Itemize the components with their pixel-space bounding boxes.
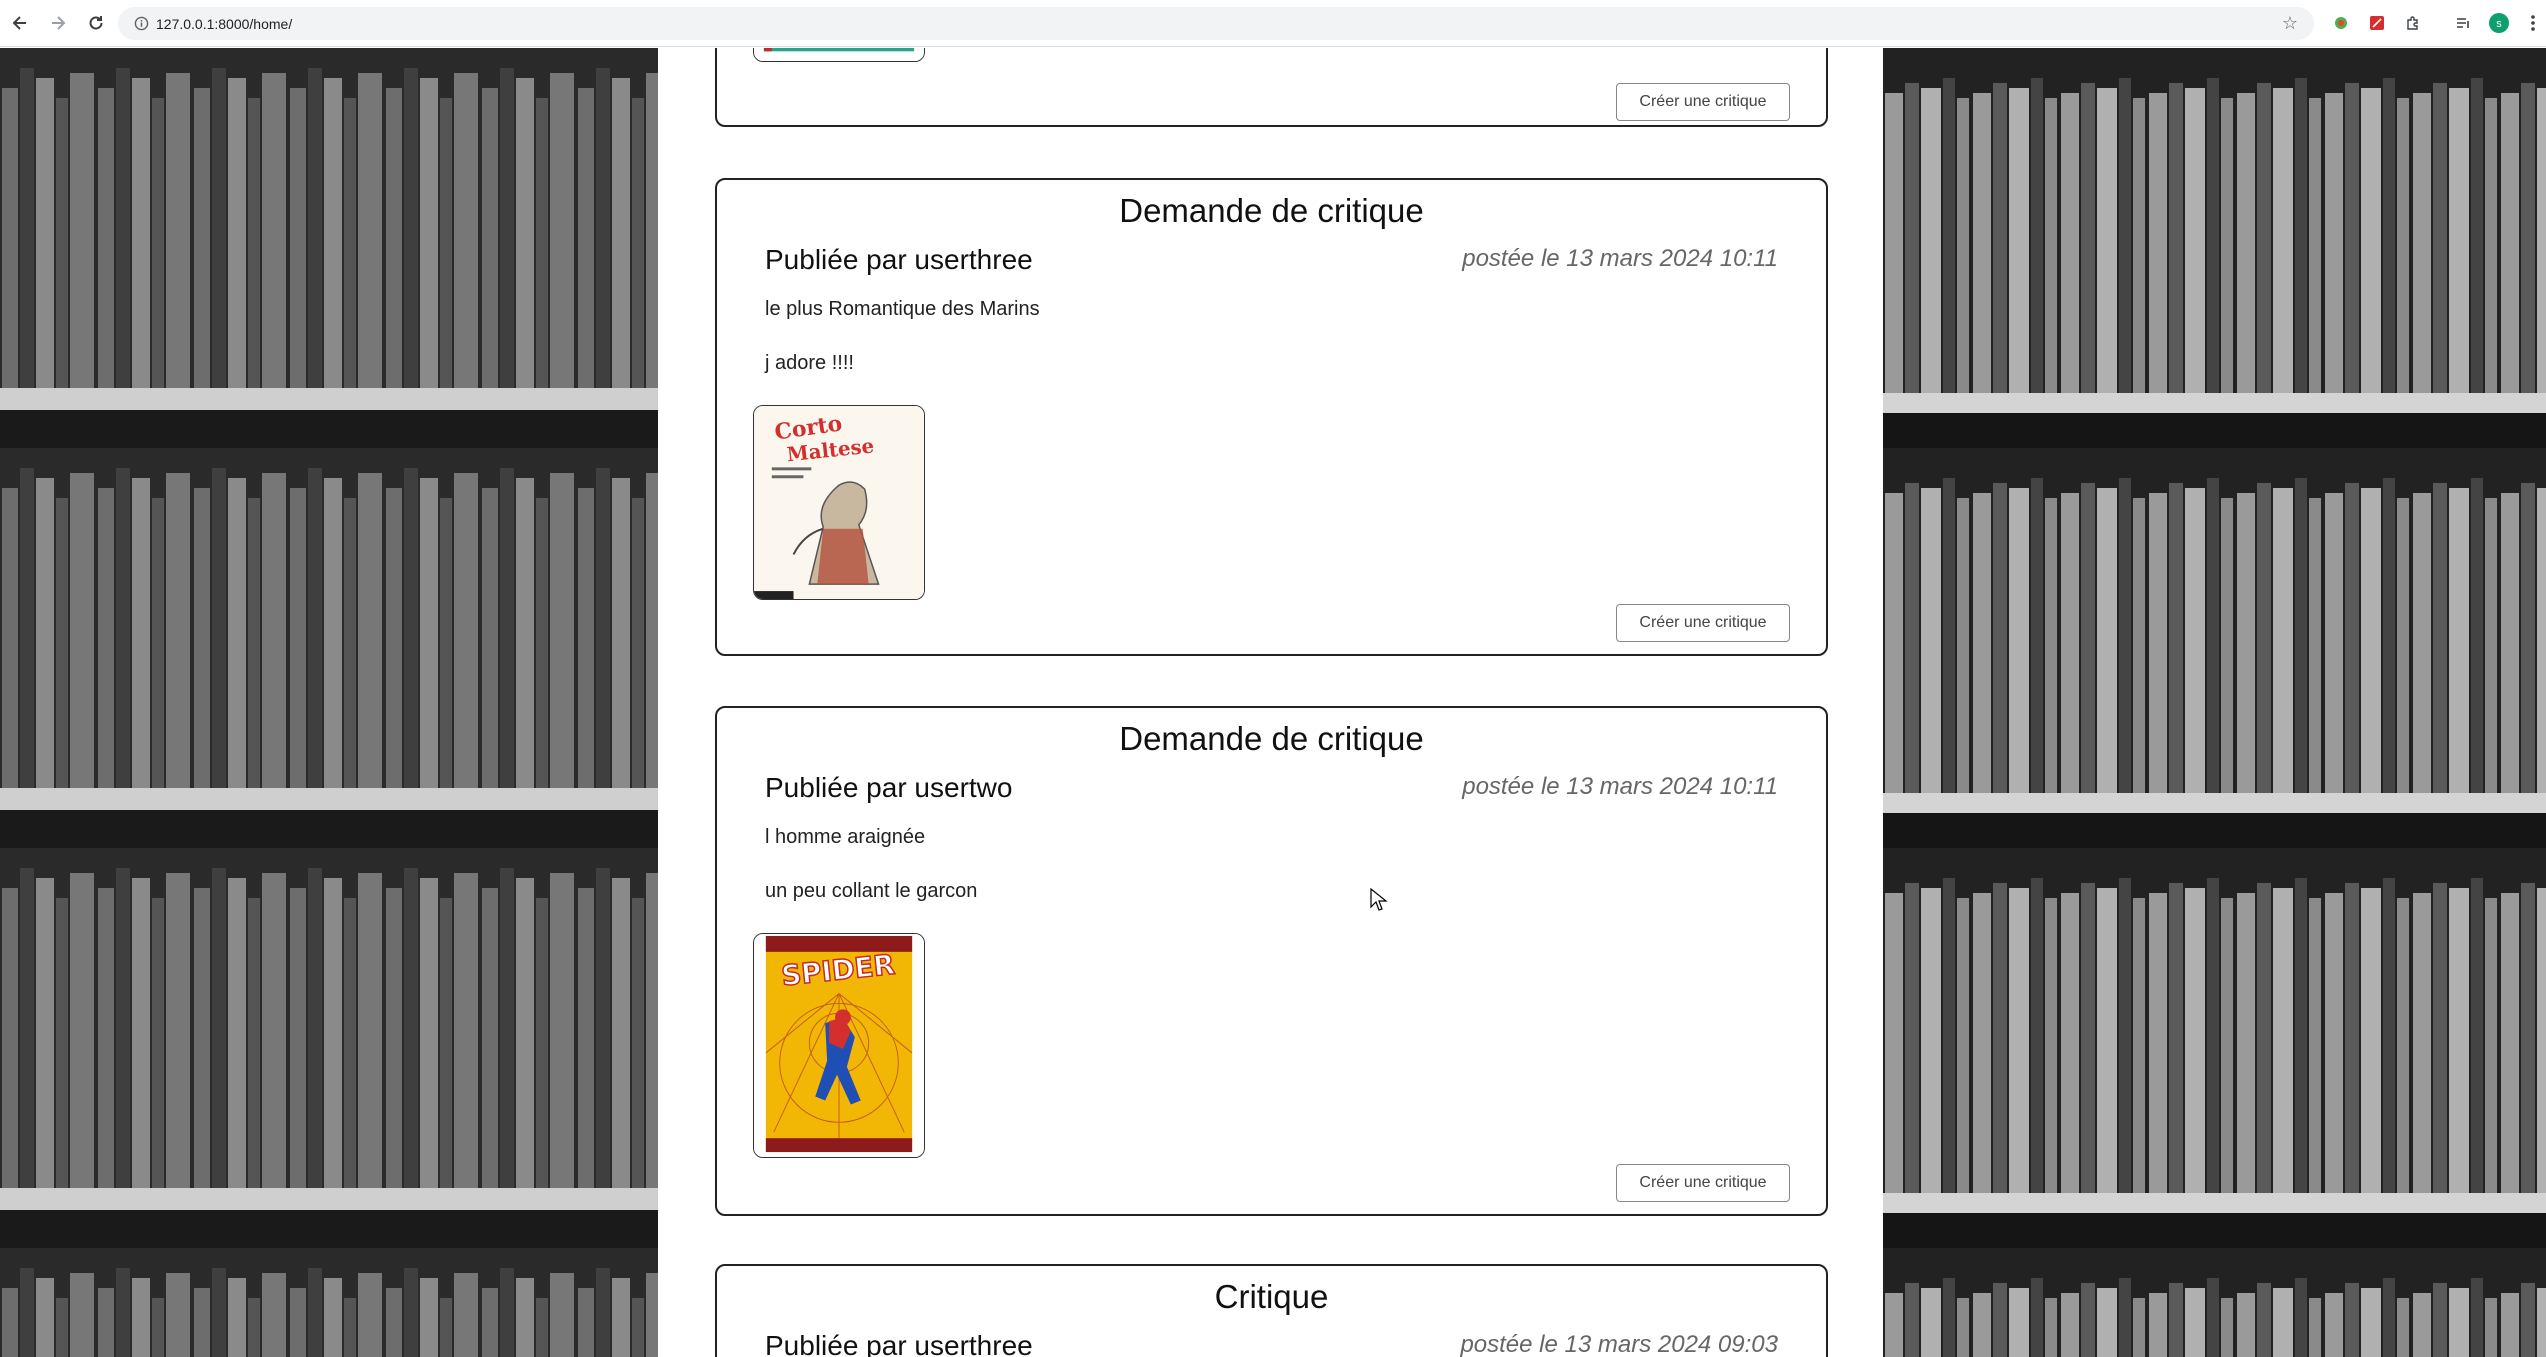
card-author: Publiée par userthree: [765, 244, 1033, 275]
create-review-button[interactable]: Créer une critique: [1616, 1164, 1790, 1202]
profile-initial: s: [2496, 18, 2502, 30]
reload-icon[interactable]: [78, 5, 114, 41]
card-title: Demande de critique: [1119, 192, 1424, 229]
feed-column: Créer une critique Demande de critique P…: [658, 48, 1883, 1357]
ticket-card: Demande de critique Publiée par userthre…: [715, 178, 1828, 656]
mouse-cursor-icon: [1370, 888, 1388, 911]
url-text[interactable]: 127.0.0.1:8000/home/: [156, 16, 292, 32]
create-review-button[interactable]: Créer une critique: [1616, 83, 1790, 121]
ticket-card-partial: Créer une critique: [715, 48, 1828, 127]
browser-menu-icon[interactable]: [2520, 10, 2546, 36]
extension-pdf-icon[interactable]: [2364, 10, 2390, 36]
card-author: Publiée par usertwo: [765, 772, 1013, 803]
ticket-description: un peu collant le garcon: [765, 880, 978, 902]
create-review-button[interactable]: Créer une critique: [1616, 604, 1790, 642]
card-title: Demande de critique: [1119, 720, 1424, 757]
review-card: Critique Publiée par userthree postée le…: [715, 1264, 1828, 1357]
corto-maltese-cover: Corto Maltese: [753, 405, 925, 600]
book-title: l homme araignée: [765, 826, 926, 848]
profile-avatar[interactable]: s: [2486, 10, 2512, 36]
book-title: le plus Romantique des Marins: [765, 298, 1040, 320]
card-title: Critique: [1214, 1278, 1329, 1315]
back-icon[interactable]: [2, 5, 38, 41]
book-cover-partial: [753, 48, 925, 62]
browser-toolbar: 127.0.0.1:8000/home/ ☆ s: [0, 0, 2546, 47]
media-controls-icon[interactable]: [2450, 10, 2476, 36]
extension-color-icon[interactable]: [2328, 10, 2354, 36]
forward-icon[interactable]: [40, 5, 76, 41]
site-info-icon[interactable]: [126, 16, 156, 31]
bookshelf-background-left: [0, 48, 658, 1357]
extensions-puzzle-icon[interactable]: [2400, 10, 2426, 36]
ticket-card: Demande de critique Publiée par usertwo …: [715, 706, 1828, 1216]
card-date: postée le 13 mars 2024 09:03: [1460, 1331, 1778, 1357]
spider-man-cover: SPIDER: [753, 933, 925, 1158]
card-date: postée le 13 mars 2024 10:11: [1462, 773, 1778, 800]
bookshelf-background-right: [1883, 48, 2546, 1357]
bookmark-star-icon[interactable]: ☆: [2282, 13, 2298, 34]
card-date: postée le 13 mars 2024 10:11: [1462, 245, 1778, 272]
card-author: Publiée par userthree: [765, 1330, 1033, 1357]
ticket-description: j adore !!!!: [765, 352, 854, 374]
address-bar[interactable]: 127.0.0.1:8000/home/ ☆: [118, 7, 2314, 40]
